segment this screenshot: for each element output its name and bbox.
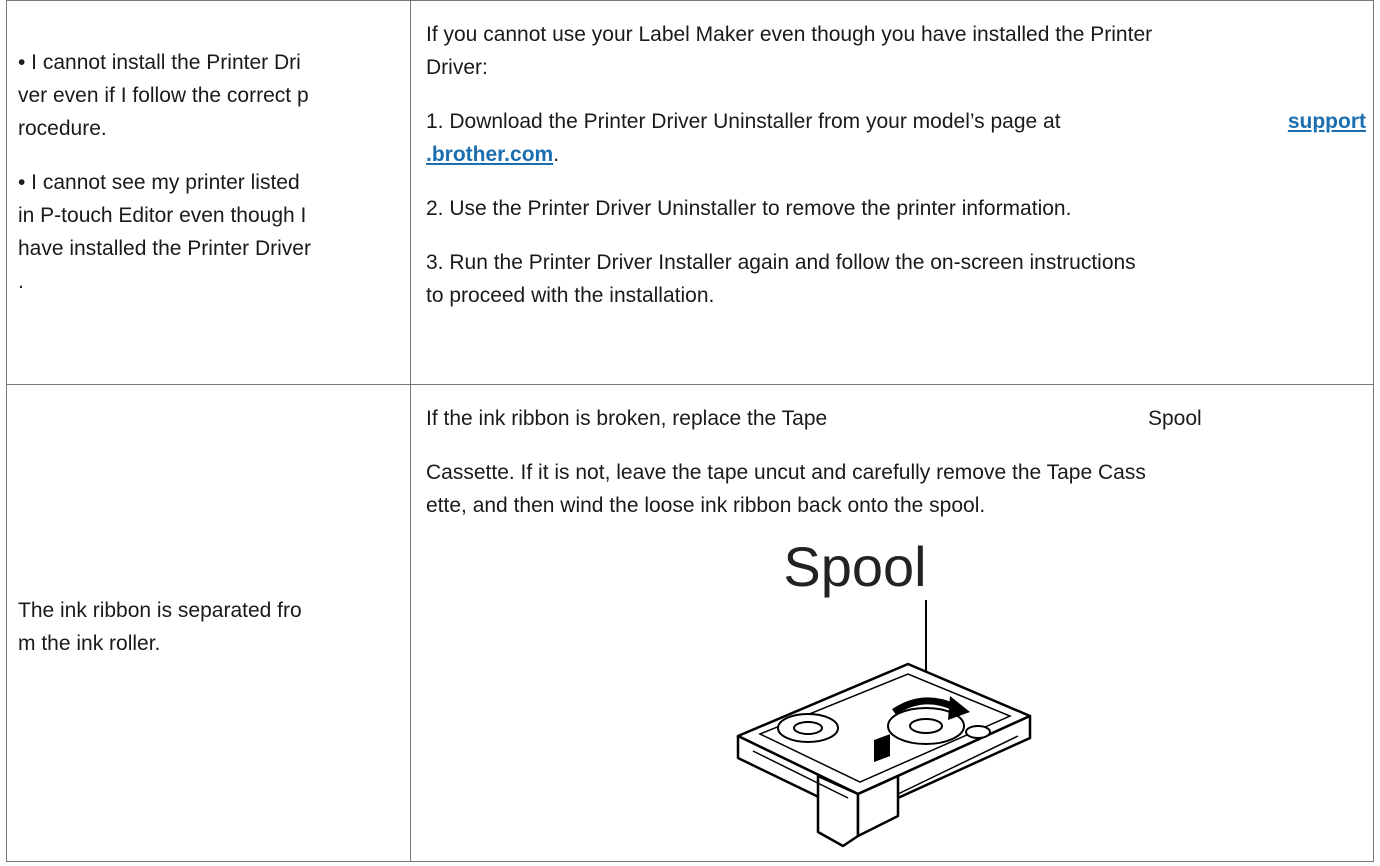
row-divider — [6, 384, 1374, 385]
solution-step-1: 1. Download the Printer Driver Uninstall… — [426, 105, 1366, 171]
table-border-bottom — [6, 861, 1374, 862]
problem-line: . — [18, 270, 24, 293]
floating-spool-text: Spool — [1148, 407, 1202, 430]
step-1-period: . — [553, 143, 560, 166]
step-1-text: 1. Download the Printer Driver Uninstall… — [426, 110, 1061, 133]
left-spool — [777, 713, 839, 743]
table-border-top — [6, 0, 1374, 1]
column-divider — [410, 0, 411, 862]
solution-line-1: If the ink ribbon is broken, replace the… — [426, 402, 1366, 435]
table-border-right — [1373, 0, 1374, 862]
support-link-part-1[interactable]: support — [1288, 105, 1366, 138]
solution-cell-2: If the ink ribbon is broken, replace the… — [426, 402, 1366, 522]
problem-line: The ink ribbon is separated fro — [18, 599, 302, 622]
solution-line: ette, and then wind the loose ink ribbon… — [426, 494, 986, 517]
table-border-left — [6, 0, 7, 862]
solution-intro-line: If you cannot use your Label Maker even … — [426, 23, 1153, 46]
solution-intro-line: Driver: — [426, 56, 488, 79]
support-link-part-2[interactable]: .brother.com — [426, 143, 553, 166]
solution-cell-1: If you cannot use your Label Maker even … — [426, 18, 1366, 312]
problem-line: have installed the Printer Driver — [18, 237, 311, 260]
problem-cell-1: • I cannot install the Printer Dri ver e… — [18, 46, 398, 298]
tape-cassette-illustration: Spool — [698, 535, 1048, 856]
problem-line: rocedure. — [18, 117, 107, 140]
spool-figure-label: Spool — [783, 536, 926, 598]
problem-line: • I cannot install the Printer Dri — [18, 51, 301, 74]
problem-cell-2: The ink ribbon is separated fro m the in… — [18, 594, 398, 660]
solution-step-3-line: to proceed with the installation. — [426, 284, 715, 307]
problem-line: • I cannot see my printer listed — [18, 171, 300, 194]
solution-step-3-line: 3. Run the Printer Driver Installer agai… — [426, 251, 1136, 274]
problem-line: in P-touch Editor even though I — [18, 204, 307, 227]
solution-line: Cassette. If it is not, leave the tape u… — [426, 461, 1146, 484]
problem-line: m the ink roller. — [18, 632, 161, 655]
troubleshooting-table: • I cannot install the Printer Dri ver e… — [6, 0, 1374, 862]
tape-cassette-drawing: Spool — [736, 535, 1032, 848]
solution-text: If the ink ribbon is broken, replace the… — [426, 407, 828, 430]
problem-line: ver even if I follow the correct p — [18, 84, 309, 107]
solution-step-2: 2. Use the Printer Driver Uninstaller to… — [426, 197, 1072, 220]
